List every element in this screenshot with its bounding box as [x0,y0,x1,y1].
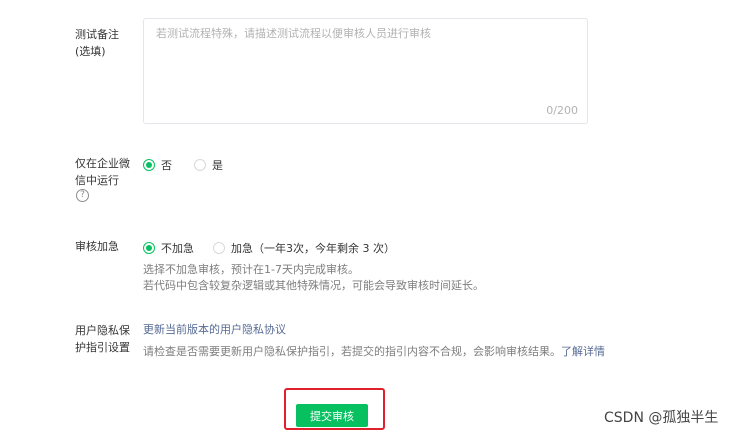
urgent-review-desc-line1: 选择不加急审核，预计在1-7天内完成审核。 [143,263,359,276]
remark-label-line1: 测试备注 [75,28,119,41]
privacy-notice-text: 请检查是否需要更新用户隐私保护指引，若提交的指引内容不合规，会影响审核结果。 [143,345,561,358]
remark-textarea[interactable]: 若测试流程特殊，请描述测试流程以便审核人员进行审核 0/200 [143,18,588,124]
privacy-notice: 请检查是否需要更新用户隐私保护指引，若提交的指引内容不合规，会影响审核结果。了解… [143,344,605,360]
help-icon[interactable]: ? [76,189,89,202]
submit-review-button[interactable]: 提交审核 [296,404,368,427]
urgent-review-label: 审核加急 [75,240,119,253]
urgent-option-normal[interactable]: 不加急 [143,240,194,256]
remark-placeholder: 若测试流程特殊，请描述测试流程以便审核人员进行审核 [156,27,431,40]
privacy-update-link[interactable]: 更新当前版本的用户隐私协议 [143,323,286,336]
urgent-option-urgent[interactable]: 加急（一年3次，今年剩余 3 次） [213,240,395,256]
radio-checked-icon [143,242,155,254]
remark-label: 测试备注 (选填) [75,26,119,60]
urgent-option-normal-label: 不加急 [161,242,194,255]
urgent-review-desc-line2: 若代码中包含较复杂逻辑或其他特殊情况，可能会导致审核时间延长。 [143,279,484,292]
privacy-update-link-row: 更新当前版本的用户隐私协议 [143,322,286,338]
radio-unchecked-icon [194,159,206,171]
wecom-only-label-line2: 信中运行 [75,174,119,187]
wecom-only-option-no-label: 否 [161,159,172,172]
privacy-label-line2: 护指引设置 [75,341,130,354]
privacy-label: 用户隐私保 护指引设置 [75,322,130,356]
wecom-only-label-line1: 仅在企业微 [75,157,130,170]
wecom-only-option-yes[interactable]: 是 [194,157,223,173]
privacy-details-link[interactable]: 了解详情 [561,345,605,358]
remark-char-counter: 0/200 [546,104,578,117]
wecom-only-label: 仅在企业微 信中运行 [75,155,130,189]
privacy-label-line1: 用户隐私保 [75,324,130,337]
radio-checked-icon [143,159,155,171]
urgent-review-radio-group: 不加急 加急（一年3次，今年剩余 3 次） [143,240,395,256]
radio-unchecked-icon [213,242,225,254]
wecom-only-option-no[interactable]: 否 [143,157,172,173]
remark-label-line2: (选填) [75,45,106,58]
wecom-only-radio-group: 否 是 [143,157,223,173]
urgent-review-description: 选择不加急审核，预计在1-7天内完成审核。 若代码中包含较复杂逻辑或其他特殊情况… [143,262,484,294]
urgent-option-urgent-label: 加急（一年3次，今年剩余 3 次） [231,242,395,255]
wecom-only-option-yes-label: 是 [212,159,223,172]
watermark: CSDN @孤独半生 [604,410,719,426]
